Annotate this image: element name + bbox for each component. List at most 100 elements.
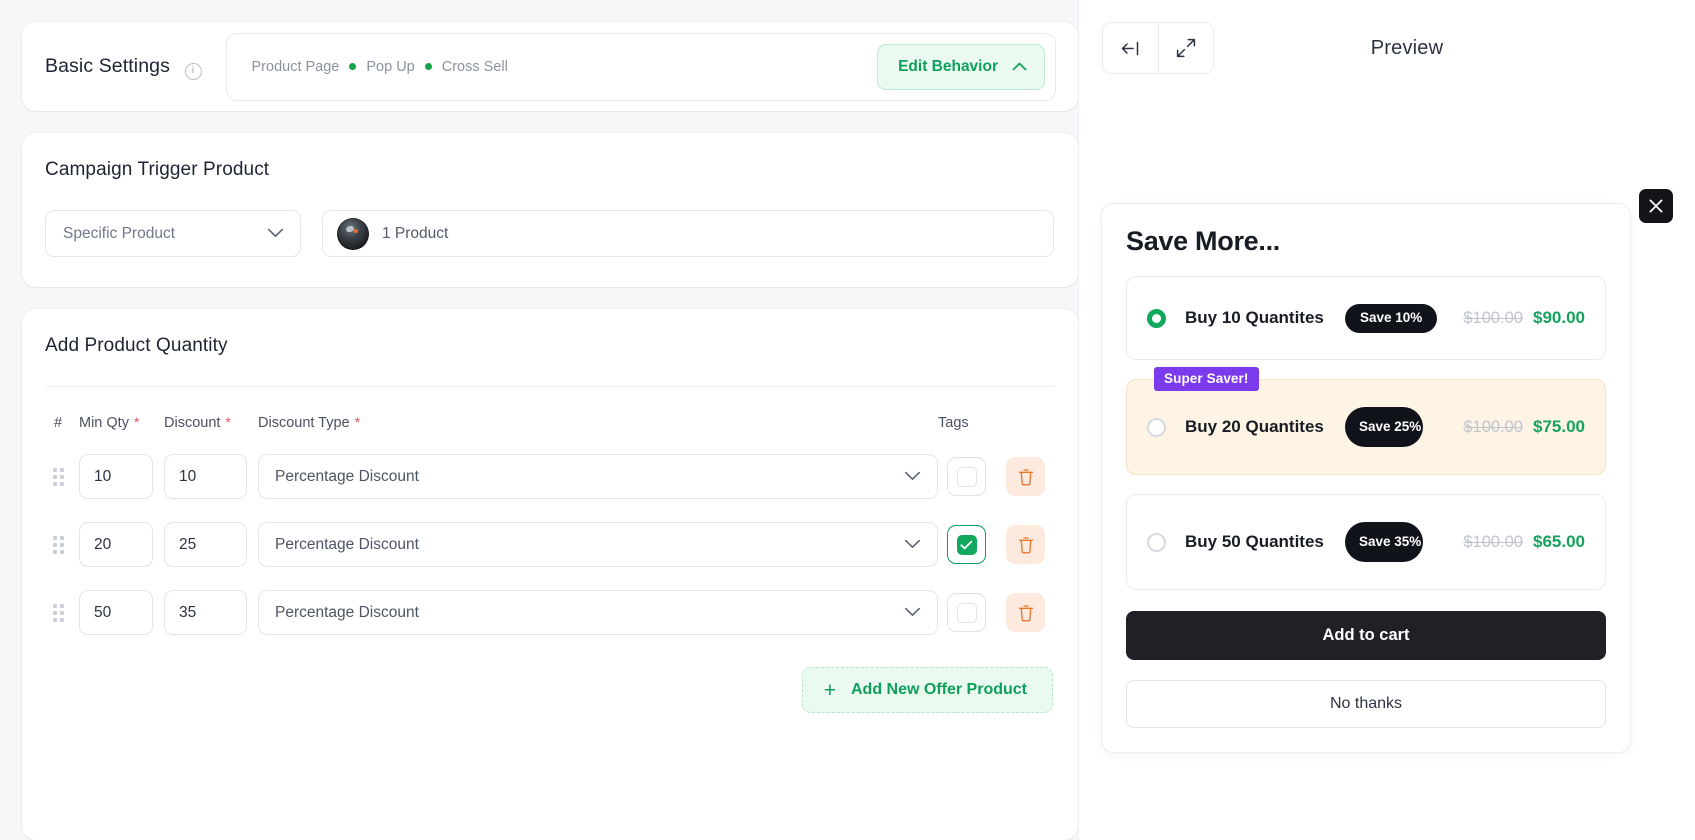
table-row: Percentage Discount: [45, 522, 1054, 567]
offer-save-badge: Save 25%: [1345, 407, 1423, 447]
chevron-up-icon: [1012, 58, 1027, 76]
table-row: Percentage Discount: [45, 454, 1054, 499]
behavior-chip-cross-sell: Cross Sell: [441, 58, 508, 75]
discount-type-select[interactable]: Percentage Discount: [258, 522, 938, 567]
offer-label: Buy 50 Quantites: [1185, 532, 1324, 552]
campaign-trigger-row: Specific Product 1 Product: [45, 210, 1054, 257]
offer-label: Buy 20 Quantites: [1185, 417, 1324, 437]
offer-price-group: $100.00 $90.00: [1463, 308, 1585, 328]
column-header-discount-type: Discount Type *: [258, 414, 361, 431]
offer-price-group: $100.00 $75.00: [1463, 417, 1585, 437]
edit-behavior-button[interactable]: Edit Behavior: [877, 43, 1045, 90]
offer-price-group: $100.00 $65.00: [1463, 532, 1585, 552]
edit-behavior-label: Edit Behavior: [898, 57, 998, 75]
delete-row-button[interactable]: [1006, 525, 1045, 564]
add-new-offer-product-label: Add New Offer Product: [850, 681, 1027, 698]
trigger-type-select[interactable]: Specific Product: [45, 210, 301, 257]
chevron-down-icon: [904, 604, 921, 622]
add-product-quantity-title: Add Product Quantity: [45, 335, 228, 356]
tags-cell: [938, 593, 1054, 632]
offer-radio-icon[interactable]: [1147, 417, 1166, 437]
offer-option-3[interactable]: Buy 50 Quantites Save 35% $100.00 $65.00: [1126, 494, 1606, 590]
expand-fullscreen-icon: [1176, 38, 1196, 58]
offer-price-original: $100.00: [1463, 308, 1523, 327]
offer-radio-icon[interactable]: [1147, 532, 1166, 552]
discount-type-select[interactable]: Percentage Discount: [258, 590, 938, 635]
basic-settings-label: Basic Settings: [45, 54, 170, 77]
tag-checkbox[interactable]: [947, 593, 986, 632]
trash-icon: [1018, 536, 1033, 553]
trigger-type-value: Specific Product: [63, 224, 175, 242]
preview-toolbar: Preview: [1079, 22, 1695, 74]
close-preview-button[interactable]: [1639, 189, 1673, 223]
drag-handle-icon[interactable]: [45, 467, 79, 486]
discount-type-value: Percentage Discount: [275, 603, 419, 621]
offer-price-discounted: $65.00: [1533, 532, 1585, 551]
offer-option-2[interactable]: Super Saver! Buy 20 Quantites Save 25% $…: [1126, 367, 1606, 475]
close-icon: [1649, 199, 1663, 213]
campaign-trigger-title: Campaign Trigger Product: [45, 159, 270, 180]
offer-price-original: $100.00: [1463, 532, 1523, 551]
chevron-down-icon: [904, 536, 921, 554]
no-thanks-button[interactable]: No thanks: [1126, 680, 1606, 728]
no-thanks-label: No thanks: [1329, 695, 1403, 712]
basic-settings-card: Basic Settings i Product Page Pop Up Cro…: [22, 22, 1078, 111]
min-qty-input[interactable]: [79, 454, 153, 499]
chevron-down-icon: [267, 225, 284, 243]
check-icon: [956, 534, 977, 555]
quantity-table-header: # Min Qty * Discount * Discount Type * Tags: [45, 387, 1054, 431]
behavior-chip-pop-up: Pop Up: [366, 58, 415, 75]
table-row: Percentage Discount: [45, 590, 1054, 635]
expand-fullscreen-button[interactable]: [1158, 23, 1213, 73]
promo-heading: Save More...: [1126, 226, 1280, 256]
min-qty-input[interactable]: [79, 522, 153, 567]
delete-row-button[interactable]: [1006, 457, 1045, 496]
selected-product-field[interactable]: 1 Product: [322, 210, 1054, 257]
plus-icon: +: [823, 678, 836, 702]
preview-title: Preview: [1370, 36, 1444, 59]
settings-column: Basic Settings i Product Page Pop Up Cro…: [0, 0, 1078, 840]
offer-price-discounted: $75.00: [1533, 417, 1585, 436]
add-to-cart-label: Add to cart: [1322, 626, 1410, 644]
required-mark: *: [354, 414, 361, 430]
delete-row-button[interactable]: [1006, 593, 1045, 632]
collapse-left-button[interactable]: [1103, 23, 1158, 73]
add-offer-row: + Add New Offer Product: [45, 667, 1054, 713]
trash-icon: [1018, 604, 1033, 621]
behavior-chip-product-page: Product Page: [251, 58, 340, 75]
preview-column: Preview Save More... Buy 10 Quantites Sa…: [1078, 0, 1695, 840]
offer-save-badge: Save 10%: [1345, 303, 1438, 333]
offer-label: Buy 10 Quantites: [1185, 308, 1324, 328]
add-new-offer-product-button[interactable]: + Add New Offer Product: [801, 667, 1053, 713]
discount-input[interactable]: [164, 590, 247, 635]
chevron-down-icon: [904, 468, 921, 486]
offer-radio-icon[interactable]: [1147, 308, 1166, 328]
discount-input[interactable]: [164, 454, 247, 499]
drag-handle-icon[interactable]: [45, 535, 79, 554]
preview-icon-group: [1102, 22, 1214, 74]
info-icon[interactable]: i: [184, 63, 202, 81]
required-mark: *: [225, 414, 231, 430]
required-mark: *: [133, 414, 140, 430]
column-header-tags: Tags: [938, 414, 969, 431]
offer-price-original: $100.00: [1463, 417, 1523, 436]
column-header-discount: Discount *: [164, 414, 231, 431]
offer-option-1[interactable]: Buy 10 Quantites Save 10% $100.00 $90.00: [1126, 276, 1606, 360]
campaign-trigger-product-card: Campaign Trigger Product Specific Produc…: [22, 133, 1078, 287]
discount-type-value: Percentage Discount: [275, 535, 419, 553]
selected-product-label: 1 Product: [382, 224, 449, 242]
tags-cell: [938, 457, 1054, 496]
app-root: Basic Settings i Product Page Pop Up Cro…: [0, 0, 1695, 840]
promo-modal: Save More... Buy 10 Quantites Save 10% $…: [1101, 203, 1631, 753]
separator-dot-icon: [424, 63, 432, 70]
tag-checkbox[interactable]: [947, 525, 986, 564]
discount-input[interactable]: [164, 522, 247, 567]
discount-type-value: Percentage Discount: [275, 467, 419, 485]
offer-price-discounted: $90.00: [1533, 308, 1585, 327]
column-header-min-qty: Min Qty *: [79, 414, 140, 431]
min-qty-input[interactable]: [79, 590, 153, 635]
drag-handle-icon[interactable]: [45, 603, 79, 622]
tag-checkbox[interactable]: [947, 457, 986, 496]
discount-type-select[interactable]: Percentage Discount: [258, 454, 938, 499]
add-to-cart-button[interactable]: Add to cart: [1126, 611, 1606, 660]
